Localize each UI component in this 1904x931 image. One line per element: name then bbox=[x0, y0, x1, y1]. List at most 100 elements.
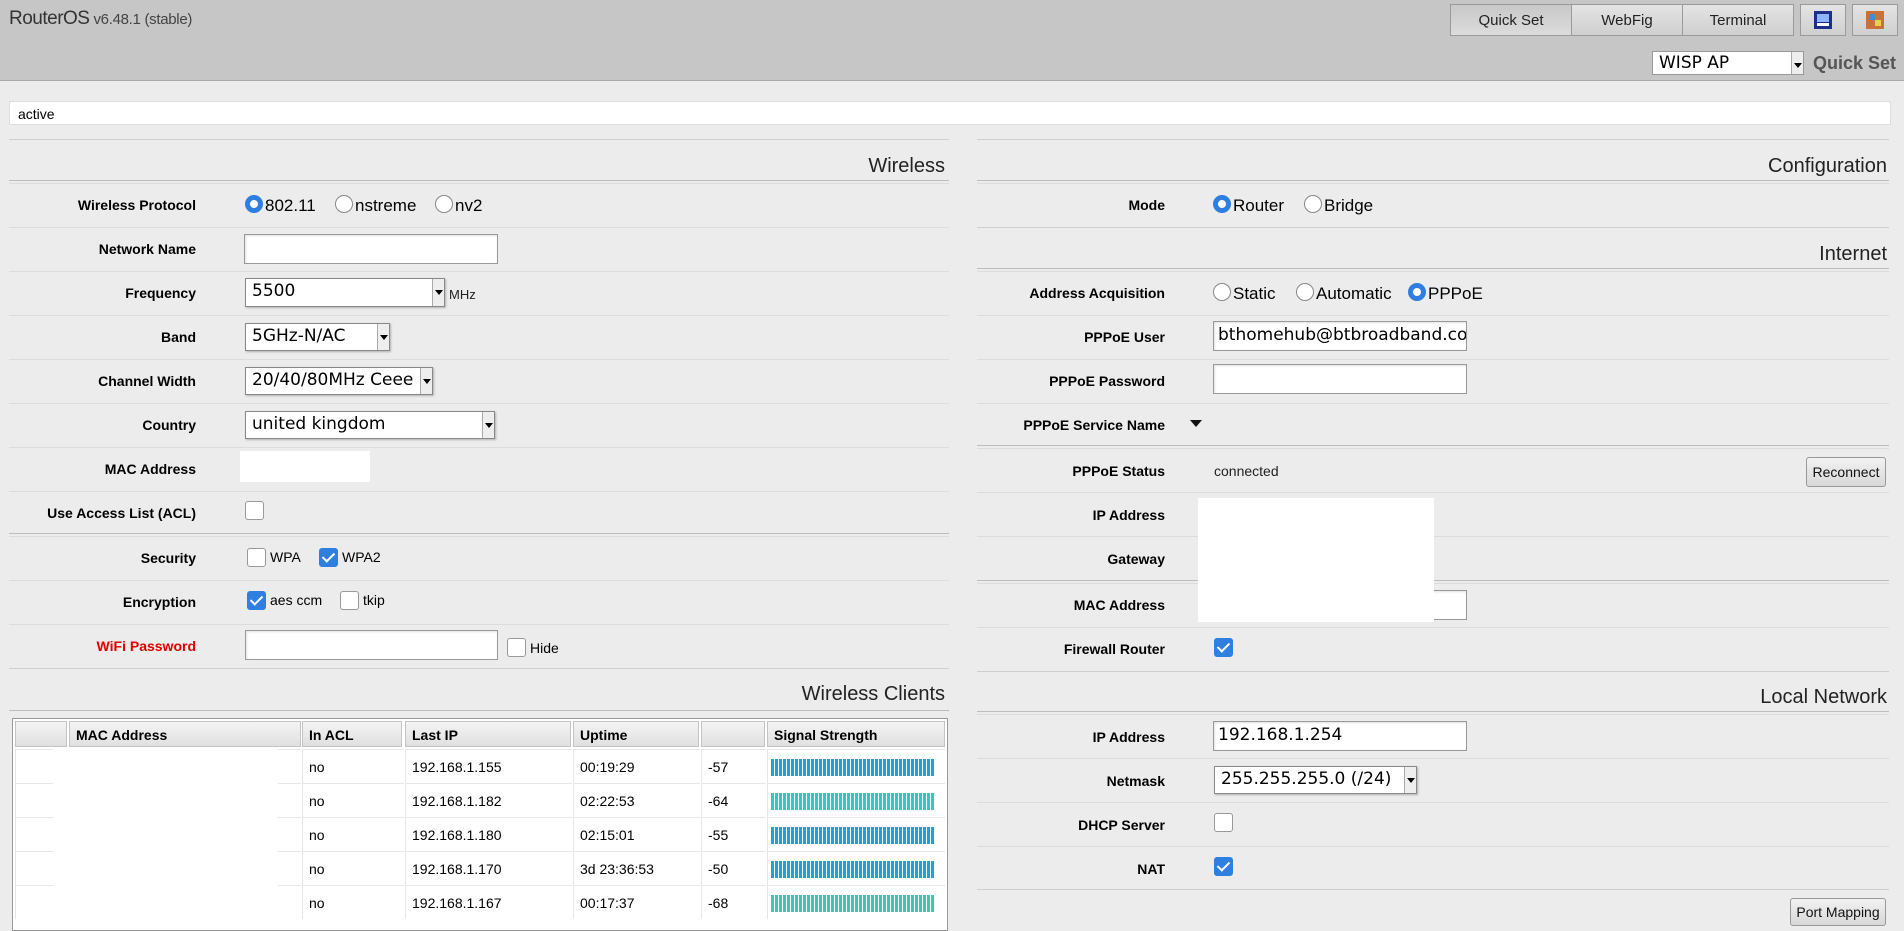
divider bbox=[9, 668, 949, 669]
client-signal-cell: -55 bbox=[701, 817, 766, 851]
divider bbox=[977, 139, 1889, 140]
configuration-title: Configuration bbox=[1768, 155, 1887, 177]
security-label: Security bbox=[140, 550, 196, 566]
column-header-signal[interactable] bbox=[701, 721, 765, 747]
column-header-mac[interactable]: MAC Address bbox=[69, 721, 301, 747]
band-row bbox=[9, 315, 949, 359]
chevron-down-icon bbox=[1791, 52, 1803, 74]
terminal-tab[interactable]: Terminal bbox=[1682, 4, 1794, 36]
netmask-select[interactable]: 255.255.255.0 (/24) bbox=[1214, 766, 1417, 794]
local-ip-input[interactable]: 192.168.1.254 bbox=[1213, 721, 1467, 751]
divider bbox=[9, 139, 949, 140]
wpa-label: WPA bbox=[270, 549, 301, 565]
internet-title: Internet bbox=[1819, 243, 1887, 265]
tkip-checkbox[interactable] bbox=[340, 591, 359, 610]
top-nav: Quick Set WebFig Terminal bbox=[1450, 4, 1898, 36]
wifi-password-label: WiFi Password bbox=[96, 638, 196, 654]
webfig-tab[interactable]: WebFig bbox=[1571, 4, 1683, 36]
firewall-checkbox[interactable] bbox=[1214, 638, 1233, 657]
pppoe-status-label: PPPoE Status bbox=[1072, 463, 1165, 479]
wpa2-label: WPA2 bbox=[342, 549, 381, 565]
nat-label: NAT bbox=[1137, 861, 1165, 877]
skin-icon bbox=[1866, 11, 1884, 29]
protocol-radio-80211[interactable]: 802.11 bbox=[245, 195, 316, 216]
aes-ccm-checkbox[interactable] bbox=[247, 591, 266, 610]
band-value: 5GHz-N/AC bbox=[252, 326, 346, 346]
protocol-radio-nv2[interactable]: nv2 bbox=[435, 195, 483, 216]
radio-circle bbox=[1213, 283, 1231, 301]
radio-circle bbox=[335, 195, 353, 213]
version-label: v6.48.1 (stable) bbox=[93, 11, 193, 28]
design-skin-button[interactable] bbox=[1852, 4, 1898, 36]
acquisition-radio-automatic[interactable]: Automatic bbox=[1296, 283, 1392, 304]
frequency-select[interactable]: 5500 bbox=[245, 278, 445, 307]
nat-checkbox[interactable] bbox=[1214, 857, 1233, 876]
dhcp-checkbox[interactable] bbox=[1214, 813, 1233, 832]
wireless-clients-table: MAC Address In ACL Last IP Uptime Signal… bbox=[12, 718, 948, 931]
client-acl-cell: no bbox=[302, 817, 404, 851]
client-uptime-cell: 02:22:53 bbox=[573, 783, 700, 817]
country-value: united kingdom bbox=[252, 414, 386, 434]
signal-strength-cell bbox=[767, 817, 945, 851]
netmask-value: 255.255.255.0 (/24) bbox=[1221, 769, 1392, 789]
chevron-down-icon bbox=[377, 324, 389, 350]
chevron-down-icon bbox=[1404, 767, 1416, 793]
port-mapping-button[interactable]: Port Mapping bbox=[1790, 898, 1886, 926]
wifi-password-input[interactable] bbox=[245, 630, 498, 660]
channel-width-value: 20/40/80MHz Ceee bbox=[252, 370, 414, 390]
client-ip-cell: 192.168.1.180 bbox=[405, 817, 572, 851]
radio-label: nv2 bbox=[455, 196, 483, 215]
acquisition-radio-pppoe[interactable]: PPPoE bbox=[1408, 283, 1483, 304]
mode-radio-bridge[interactable]: Bridge bbox=[1304, 195, 1374, 216]
country-select[interactable]: united kingdom bbox=[245, 411, 495, 439]
wpa2-checkbox[interactable] bbox=[319, 548, 338, 567]
chevron-down-icon bbox=[432, 279, 444, 306]
wireless-title: Wireless bbox=[868, 155, 945, 177]
expand-arrow-icon[interactable] bbox=[1190, 420, 1202, 427]
internet-info-redacted bbox=[1198, 498, 1434, 622]
quick-set-tab[interactable]: Quick Set bbox=[1450, 4, 1572, 36]
client-ip-cell: 192.168.1.167 bbox=[405, 885, 572, 919]
client-acl-cell: no bbox=[302, 851, 404, 885]
radio-circle bbox=[1304, 195, 1322, 213]
divider bbox=[977, 227, 1889, 228]
acl-checkbox[interactable] bbox=[245, 501, 264, 520]
network-name-input[interactable] bbox=[244, 234, 498, 264]
column-header-uptime[interactable]: Uptime bbox=[573, 721, 699, 747]
winbox-icon bbox=[1814, 11, 1832, 29]
winbox-button[interactable] bbox=[1800, 4, 1846, 36]
client-ip-cell: 192.168.1.155 bbox=[405, 749, 572, 783]
signal-strength-cell bbox=[767, 749, 945, 783]
column-header[interactable] bbox=[15, 721, 67, 747]
channel-width-select[interactable]: 20/40/80MHz Ceee bbox=[245, 367, 433, 395]
nat-row bbox=[977, 846, 1889, 890]
column-header-in-acl[interactable]: In ACL bbox=[302, 721, 402, 747]
mode-radio-router[interactable]: Router bbox=[1213, 195, 1284, 216]
pppoe-user-label: PPPoE User bbox=[1084, 329, 1165, 345]
client-uptime-cell: 02:15:01 bbox=[573, 817, 700, 851]
wpa-checkbox[interactable] bbox=[247, 548, 266, 567]
divider bbox=[977, 889, 1889, 890]
band-select[interactable]: 5GHz-N/AC bbox=[245, 323, 390, 351]
mode-select[interactable]: WISP AP bbox=[1652, 51, 1804, 75]
client-acl-cell: no bbox=[302, 749, 404, 783]
frequency-label: Frequency bbox=[125, 285, 196, 301]
hide-password-checkbox[interactable] bbox=[507, 638, 526, 657]
reconnect-button[interactable]: Reconnect bbox=[1806, 457, 1886, 487]
column-header-last-ip[interactable]: Last IP bbox=[405, 721, 571, 747]
pppoe-user-input[interactable]: bthomehub@btbroadband.com bbox=[1213, 321, 1467, 351]
column-header-signal-strength[interactable]: Signal Strength bbox=[767, 721, 945, 747]
radio-circle bbox=[1213, 195, 1231, 213]
pppoe-status-value: connected bbox=[1214, 463, 1279, 479]
acquisition-radio-static[interactable]: Static bbox=[1213, 283, 1276, 304]
pppoe-password-input[interactable] bbox=[1213, 364, 1467, 394]
radio-label: nstreme bbox=[355, 196, 417, 215]
protocol-radio-nstreme[interactable]: nstreme bbox=[335, 195, 417, 216]
firewall-label: Firewall Router bbox=[1063, 641, 1165, 657]
radio-label: Bridge bbox=[1324, 196, 1374, 215]
mode-select-value: WISP AP bbox=[1659, 53, 1730, 73]
signal-strength-bar bbox=[771, 793, 935, 810]
signal-strength-cell bbox=[767, 885, 945, 919]
country-label: Country bbox=[142, 417, 196, 433]
brand-name: RouterOS bbox=[9, 8, 90, 29]
